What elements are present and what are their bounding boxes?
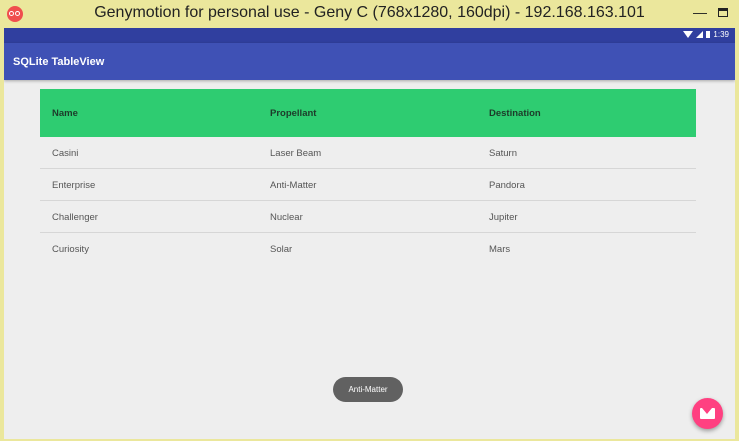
cell-destination: Jupiter — [489, 212, 518, 223]
cell-propellant: Nuclear — [270, 212, 303, 223]
column-header-destination[interactable]: Destination — [489, 108, 541, 119]
cell-destination: Saturn — [489, 148, 517, 159]
minimize-button[interactable]: — — [693, 4, 707, 20]
window-title-bar: Genymotion for personal use - Geny C (76… — [0, 0, 739, 28]
battery-icon — [706, 31, 711, 38]
cell-propellant: Solar — [270, 244, 293, 255]
email-fab-button[interactable] — [692, 398, 723, 429]
status-time: 1:39 — [713, 30, 729, 39]
wifi-icon — [683, 31, 694, 38]
cell-propellant: Laser Beam — [270, 148, 322, 159]
cell-destination: Pandora — [489, 180, 525, 191]
android-screen: 1:39 SQLite TableView Name Propellant De… — [4, 28, 735, 439]
email-icon — [700, 408, 715, 419]
app-title: SQLite TableView — [13, 56, 105, 68]
table-row[interactable]: Curiosity Solar Mars — [40, 233, 696, 265]
toast-message: Anti-Matter — [333, 377, 403, 402]
cell-name: Enterprise — [52, 180, 96, 191]
cell-destination: Mars — [489, 244, 511, 255]
table-row[interactable]: Challenger Nuclear Jupiter — [40, 201, 696, 233]
table-row[interactable]: Casini Laser Beam Saturn — [40, 137, 696, 169]
column-header-name[interactable]: Name — [52, 108, 78, 119]
maximize-icon — [718, 8, 728, 17]
maximize-button[interactable] — [718, 4, 728, 20]
cell-name: Curiosity — [52, 244, 89, 255]
data-table: Name Propellant Destination Casini Laser… — [40, 89, 696, 265]
table-row[interactable]: Enterprise Anti-Matter Pandora — [40, 169, 696, 201]
cell-name: Casini — [52, 148, 79, 159]
signal-icon — [696, 31, 704, 38]
cell-propellant: Anti-Matter — [270, 180, 317, 191]
column-header-propellant[interactable]: Propellant — [270, 108, 316, 119]
table-header: Name Propellant Destination — [40, 89, 696, 137]
app-bar: SQLite TableView — [4, 43, 735, 80]
status-bar: 1:39 — [4, 28, 735, 43]
cell-name: Challenger — [52, 212, 98, 223]
window-title: Genymotion for personal use - Geny C (76… — [94, 4, 645, 21]
